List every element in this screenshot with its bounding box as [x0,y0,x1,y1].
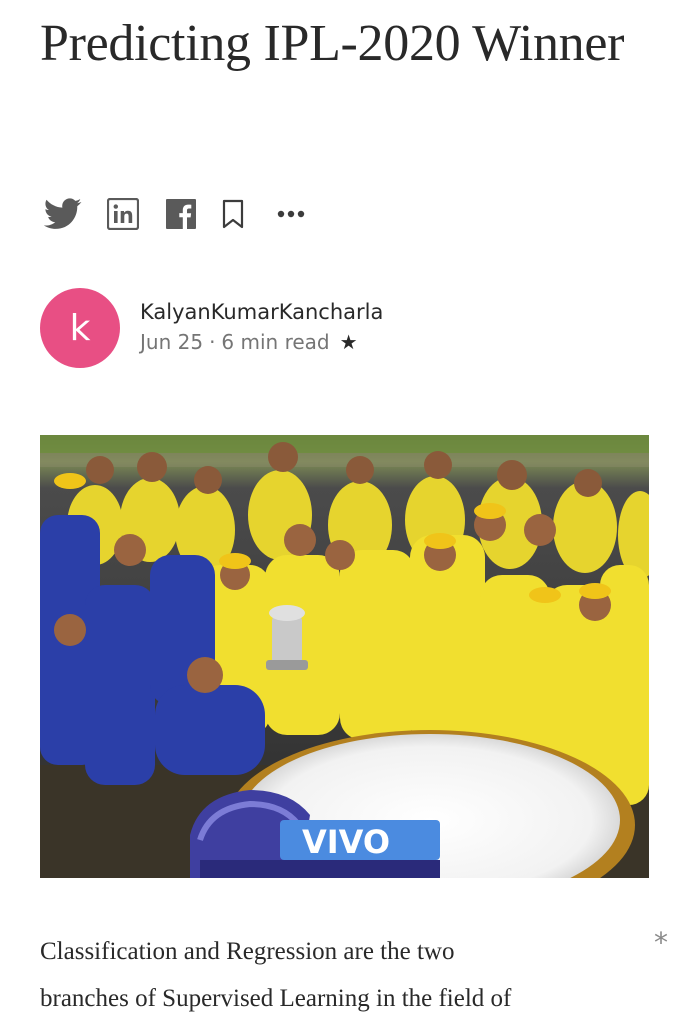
share-bar [44,195,306,233]
body-line-1: Classification and Regression are the tw… [40,938,455,965]
stage-logo-text: VIVO [302,823,390,861]
body-line-2: branches of Supervised Learning in the f… [40,985,512,1012]
bookmark-icon[interactable] [220,197,246,231]
team-celebration-photo: VIVO [40,435,649,878]
member-star-icon: ★ [339,330,358,354]
author-name[interactable]: KalyanKumarKancharla [140,298,383,326]
article-meta: Jun 25 · 6 min read ★ [140,326,383,358]
article-title: Predicting IPL-2020 Winner [40,15,625,72]
meta-separator: · [209,330,216,354]
article-body: Classification and Regression are the tw… [40,928,650,1022]
linkedin-icon[interactable] [106,197,140,231]
highlight-marker-icon[interactable]: * [654,926,668,959]
author-info: KalyanKumarKancharla Jun 25 · 6 min read… [140,298,383,358]
read-time: 6 min read [221,330,330,354]
more-options-icon[interactable] [276,197,306,231]
facebook-icon[interactable] [164,197,198,231]
publish-date: Jun 25 [140,330,204,354]
author-block: k KalyanKumarKancharla Jun 25 · 6 min re… [40,288,383,368]
twitter-icon[interactable] [44,197,82,231]
avatar[interactable]: k [40,288,120,368]
hero-image: VIVO [40,435,649,878]
